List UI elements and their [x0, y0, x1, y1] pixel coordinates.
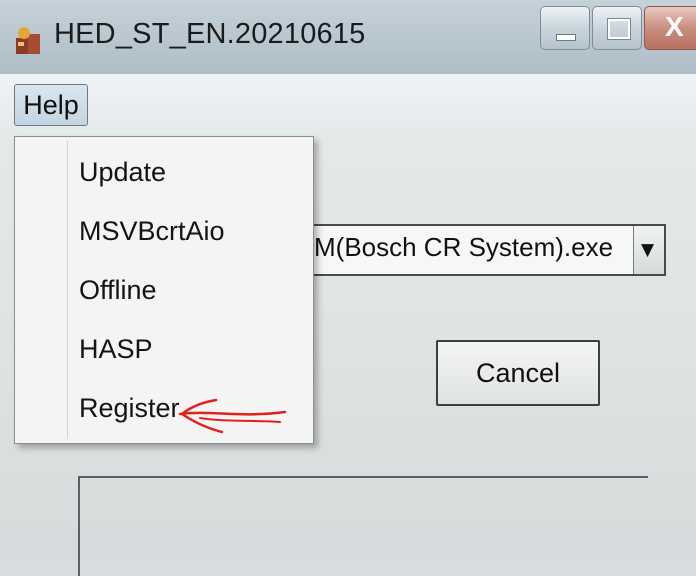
window-title: HED_ST_EN.20210615 — [54, 18, 366, 50]
red-arrow-annotation — [178, 398, 287, 434]
group-box — [78, 476, 648, 576]
menu-item-offline[interactable]: Offline — [79, 265, 307, 315]
menu-item-hasp[interactable]: HASP — [79, 324, 307, 374]
menu-help[interactable]: Help — [14, 84, 88, 126]
menu-item-msvbcrtaio[interactable]: MSVBcrtAio — [79, 206, 307, 256]
exe-select-dropdown-button[interactable]: ▼ — [633, 226, 664, 274]
close-button[interactable]: X — [644, 6, 696, 50]
close-icon: X — [665, 11, 684, 42]
menu-gutter — [67, 141, 68, 439]
maximize-button[interactable] — [592, 6, 642, 50]
app-icon — [16, 27, 40, 54]
maximize-icon — [608, 19, 630, 39]
title-bar[interactable]: HED_ST_EN.20210615 X — [0, 0, 696, 74]
exe-select[interactable]: M(Bosch CR System).exe ▼ — [300, 224, 666, 276]
cancel-button[interactable]: Cancel — [436, 340, 600, 406]
menu-item-update[interactable]: Update — [79, 147, 307, 197]
minimize-icon — [556, 34, 576, 41]
minimize-button[interactable] — [540, 6, 590, 50]
chevron-down-icon: ▼ — [641, 240, 655, 260]
exe-select-value: M(Bosch CR System).exe — [314, 232, 614, 262]
menu-bar: Help — [0, 74, 696, 136]
